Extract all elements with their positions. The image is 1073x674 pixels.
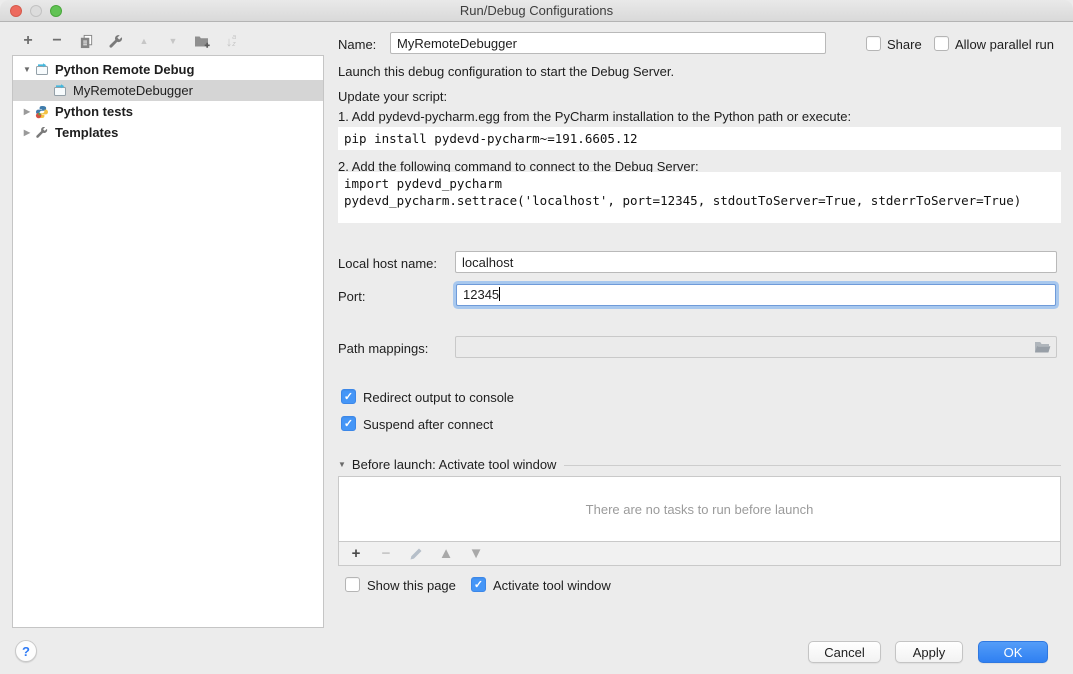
- tree-item-python-tests[interactable]: ▶ Python tests: [13, 101, 323, 122]
- close-window-icon[interactable]: [10, 5, 22, 17]
- port-input[interactable]: 12345: [456, 284, 1056, 306]
- suspend-after-connect-checkbox[interactable]: ✓: [341, 416, 356, 431]
- suspend-after-connect-label[interactable]: Suspend after connect: [363, 417, 493, 432]
- expand-icon[interactable]: ▶: [21, 128, 33, 137]
- apply-button[interactable]: Apply: [895, 641, 963, 663]
- update-script-text: Update your script:: [338, 89, 447, 104]
- edit-task-pencil-icon[interactable]: [407, 545, 425, 563]
- new-folder-icon[interactable]: [193, 32, 211, 50]
- allow-parallel-run-label[interactable]: Allow parallel run: [955, 37, 1054, 52]
- code-line-1: import pydevd_pycharm: [344, 176, 502, 191]
- step1-text: 1. Add pydevd-pycharm.egg from the PyCha…: [338, 109, 851, 124]
- tree-item-templates[interactable]: ▶ Templates: [13, 122, 323, 143]
- code-line-2: pydevd_pycharm.settrace('localhost', por…: [344, 193, 1021, 208]
- help-button[interactable]: ?: [15, 640, 37, 662]
- redirect-output-checkbox[interactable]: ✓: [341, 389, 356, 404]
- port-value: 12345: [463, 287, 499, 302]
- window-title: Run/Debug Configurations: [460, 3, 613, 18]
- show-this-page-label[interactable]: Show this page: [367, 578, 456, 593]
- activate-tool-window-label[interactable]: Activate tool window: [493, 578, 611, 593]
- text-caret: [499, 287, 500, 301]
- before-launch-title: Before launch: Activate tool window: [352, 457, 557, 472]
- templates-wrench-icon: [35, 126, 51, 140]
- expand-icon[interactable]: ▶: [21, 107, 33, 116]
- redirect-output-label[interactable]: Redirect output to console: [363, 390, 514, 405]
- settrace-code-block: import pydevd_pycharm pydevd_pycharm.set…: [338, 172, 1061, 223]
- local-host-name-input[interactable]: [455, 251, 1057, 273]
- check-icon: ✓: [344, 417, 353, 430]
- activate-tool-window-checkbox[interactable]: ✓: [471, 577, 486, 592]
- cancel-button[interactable]: Cancel: [808, 641, 881, 663]
- title-bar: Run/Debug Configurations: [0, 0, 1073, 22]
- python-tests-icon: [35, 105, 51, 119]
- add-configuration-icon[interactable]: +: [19, 32, 37, 50]
- zoom-window-icon[interactable]: [50, 5, 62, 17]
- ok-button[interactable]: OK: [978, 641, 1048, 663]
- show-this-page-checkbox[interactable]: [345, 577, 360, 592]
- share-checkbox-label[interactable]: Share: [887, 37, 922, 52]
- configurations-toolbar: + − ▲ ▼ ↓ az: [19, 31, 240, 51]
- minimize-window-icon: [30, 5, 42, 17]
- allow-parallel-run-checkbox[interactable]: [934, 36, 949, 51]
- tree-item-label: Python Remote Debug: [55, 62, 194, 77]
- move-up-icon[interactable]: ▲: [135, 32, 153, 50]
- move-down-icon[interactable]: ▼: [164, 32, 182, 50]
- add-task-icon[interactable]: +: [347, 545, 365, 563]
- path-mappings-input[interactable]: [455, 336, 1057, 358]
- tree-item-label: Python tests: [55, 104, 133, 119]
- configurations-tree: ▼ Python Remote Debug MyRemoteDebugger: [12, 55, 324, 628]
- move-task-down-icon[interactable]: ▼: [467, 545, 485, 563]
- description-text: Launch this debug configuration to start…: [338, 64, 674, 79]
- share-checkbox[interactable]: [866, 36, 881, 51]
- move-task-up-icon[interactable]: ▲: [437, 545, 455, 563]
- tree-item-myremotedebugger[interactable]: MyRemoteDebugger: [13, 80, 323, 101]
- path-mappings-label: Path mappings:: [338, 341, 428, 356]
- run-debug-configurations-dialog: Run/Debug Configurations + − ▲ ▼ ↓: [0, 0, 1073, 674]
- check-icon: ✓: [344, 390, 353, 403]
- question-mark-icon: ?: [22, 644, 30, 659]
- edit-defaults-icon[interactable]: [106, 32, 124, 50]
- remote-debug-config-icon: [35, 63, 51, 77]
- collapse-icon[interactable]: ▼: [338, 460, 346, 469]
- before-launch-toolbar: + − ▲ ▼: [338, 542, 1061, 566]
- remote-debug-config-icon: [53, 84, 69, 98]
- before-launch-header[interactable]: ▼ Before launch: Activate tool window: [338, 457, 1061, 472]
- remove-configuration-icon[interactable]: −: [48, 32, 66, 50]
- name-label: Name:: [338, 37, 376, 52]
- collapse-icon[interactable]: ▼: [21, 65, 33, 74]
- before-launch-task-list: There are no tasks to run before launch: [338, 476, 1061, 542]
- browse-folder-icon[interactable]: [1034, 340, 1052, 354]
- port-label: Port:: [338, 289, 365, 304]
- tree-item-label: Templates: [55, 125, 118, 140]
- name-input[interactable]: [390, 32, 826, 54]
- tree-item-python-remote-debug[interactable]: ▼ Python Remote Debug: [13, 59, 323, 80]
- pip-command-code: pip install pydevd-pycharm~=191.6605.12: [338, 127, 1061, 150]
- remove-task-icon[interactable]: −: [377, 545, 395, 563]
- check-icon: ✓: [474, 578, 483, 591]
- window-controls: [10, 5, 62, 17]
- empty-tasks-message: There are no tasks to run before launch: [586, 502, 814, 517]
- separator-line: [564, 465, 1061, 466]
- copy-configuration-icon[interactable]: [77, 32, 95, 50]
- sort-configurations-icon[interactable]: ↓ az: [222, 32, 240, 50]
- local-host-name-label: Local host name:: [338, 256, 437, 271]
- tree-item-label: MyRemoteDebugger: [73, 83, 193, 98]
